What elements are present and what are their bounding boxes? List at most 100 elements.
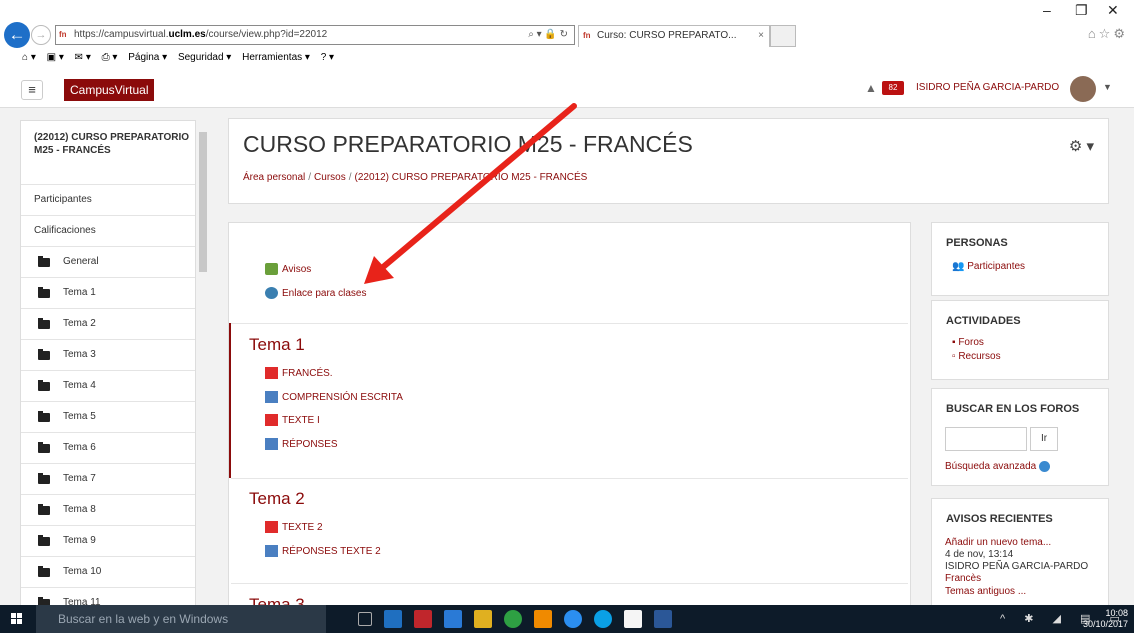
- drawer-course-link[interactable]: (22012) CURSO PREPARATORIO M25 - FRANCÉS: [21, 121, 195, 185]
- drawer-topic[interactable]: Tema 7: [21, 464, 195, 495]
- close-button[interactable]: ✕: [1107, 2, 1119, 19]
- older-topics-link[interactable]: Temas antiguos ...: [945, 586, 1026, 597]
- pdf-icon: [265, 414, 278, 426]
- folder-icon: [38, 442, 50, 453]
- folder-icon: [38, 349, 50, 360]
- minimize-button[interactable]: –: [1043, 2, 1051, 18]
- back-button[interactable]: ←: [4, 22, 30, 48]
- menu-seguridad[interactable]: Seguridad ▾: [178, 52, 231, 63]
- dropbox-icon[interactable]: [444, 610, 462, 628]
- drawer-topic[interactable]: Tema 3: [21, 340, 195, 371]
- section-title[interactable]: Tema 3: [249, 595, 305, 605]
- toolbar-icons[interactable]: ⌂☆⚙: [1088, 26, 1128, 42]
- menu-toggle-button[interactable]: ≡: [21, 80, 43, 100]
- gear-icon[interactable]: ⚙ ▾: [1069, 137, 1094, 155]
- resources-link[interactable]: ▫ Recursos: [952, 351, 1001, 362]
- home-icon[interactable]: ⌂ ▾: [22, 52, 36, 63]
- search-input[interactable]: [945, 427, 1027, 451]
- post-author: ISIDRO PEÑA GARCIA-PARDO: [945, 561, 1089, 572]
- drawer-topic[interactable]: Tema 1: [21, 278, 195, 309]
- drawer-item-participantes[interactable]: Participantes: [21, 185, 195, 216]
- block-title: ACTIVIDADES: [946, 315, 1021, 327]
- help-icon[interactable]: ? ▾: [321, 52, 334, 63]
- drawer-topic[interactable]: Tema 10: [21, 557, 195, 588]
- tab-favicon: fn: [583, 31, 591, 40]
- tab-close-icon[interactable]: ×: [758, 26, 764, 46]
- drawer-topic[interactable]: Tema 11: [21, 588, 195, 605]
- menu-herramientas[interactable]: Herramientas ▾: [242, 52, 310, 63]
- add-topic-link[interactable]: Añadir un nuevo tema...: [945, 537, 1051, 548]
- task-view-icon[interactable]: [358, 612, 372, 626]
- new-tab-button[interactable]: [770, 25, 796, 47]
- amazon-icon[interactable]: [624, 610, 642, 628]
- drawer-item-calificaciones[interactable]: Calificaciones: [21, 216, 195, 247]
- current-section-marker: [229, 323, 231, 478]
- participants-link[interactable]: 👥 Participantes: [952, 261, 1025, 272]
- url-icon: [265, 287, 278, 299]
- avatar[interactable]: [1070, 76, 1096, 102]
- acrobat-icon[interactable]: [414, 610, 432, 628]
- drawer-topic[interactable]: Tema 9: [21, 526, 195, 557]
- chevron-down-icon[interactable]: ▼: [1103, 82, 1112, 92]
- forums-link[interactable]: ▪ Foros: [952, 337, 984, 348]
- menu-pagina[interactable]: Página ▾: [128, 52, 167, 63]
- drawer-topic[interactable]: Tema 8: [21, 495, 195, 526]
- resource-item[interactable]: TEXTE I: [265, 414, 320, 428]
- drawer-topic[interactable]: Tema 5: [21, 402, 195, 433]
- brand-link[interactable]: CampusVirtual: [64, 79, 155, 101]
- address-bar[interactable]: fn https://campusvirtual.uclm.es/course/v…: [55, 25, 575, 45]
- taskbar-search-input[interactable]: Buscar en la web y en Windows: [36, 605, 326, 633]
- word-icon[interactable]: [654, 610, 672, 628]
- block-avisos: AVISOS RECIENTES Añadir un nuevo tema...…: [931, 498, 1109, 605]
- advanced-search-link[interactable]: Búsqueda avanzada: [945, 461, 1051, 472]
- resource-item[interactable]: RÉPONSES TEXTE 2: [265, 545, 381, 559]
- forward-button[interactable]: →: [31, 25, 51, 45]
- activity-avisos[interactable]: Avisos: [265, 263, 311, 277]
- browser-titlebar: – ❐ ✕ ← → fn https://campusvirtual.uclm.e…: [0, 0, 1134, 48]
- section-title[interactable]: Tema 1: [249, 335, 305, 355]
- address-tools-icon[interactable]: ⌕ ▾ 🔒 ↻: [528, 26, 568, 44]
- mail-icon[interactable]: ✉ ▾: [75, 52, 91, 63]
- restore-button[interactable]: ❐: [1075, 2, 1088, 19]
- windows-start-icon[interactable]: [11, 613, 23, 625]
- document-icon: [265, 391, 278, 403]
- breadcrumb-home[interactable]: Área personal: [243, 172, 305, 183]
- print-icon[interactable]: ⎙ ▾: [102, 52, 118, 63]
- chrome-icon[interactable]: [504, 610, 522, 628]
- section-title[interactable]: Tema 2: [249, 489, 305, 509]
- user-name[interactable]: ISIDRO PEÑA GARCIA-PARDO: [916, 82, 1059, 93]
- activity-enlace[interactable]: Enlace para clases: [265, 287, 367, 301]
- resource-item[interactable]: RÉPONSES: [265, 438, 338, 452]
- block-actividades: ACTIVIDADES ▪ Foros ▫ Recursos: [931, 300, 1109, 380]
- drawer-topic-label: Tema 5: [63, 411, 96, 422]
- folder-icon: [38, 535, 50, 546]
- drawer-topic-label: Tema 9: [63, 535, 96, 546]
- search-button[interactable]: Ir: [1030, 427, 1058, 451]
- skype-icon[interactable]: [594, 610, 612, 628]
- vlc-icon[interactable]: [534, 610, 552, 628]
- feeds-icon[interactable]: ▣ ▾: [47, 52, 64, 63]
- help-icon[interactable]: [1039, 461, 1051, 472]
- drawer-scroll-thumb[interactable]: [199, 132, 207, 272]
- resource-item[interactable]: TEXTE 2: [265, 521, 323, 535]
- folder-icon: [38, 256, 50, 267]
- breadcrumb-course[interactable]: (22012) CURSO PREPARATORIO M25 - FRANCÉS: [355, 172, 588, 183]
- drawer-topic[interactable]: General: [21, 247, 195, 278]
- resource-item[interactable]: FRANCÉS.: [265, 367, 333, 381]
- block-personas: PERSONAS 👥 Participantes: [931, 222, 1109, 296]
- internet-explorer-icon[interactable]: [564, 610, 582, 628]
- drawer-topic[interactable]: Tema 6: [21, 433, 195, 464]
- resource-item[interactable]: COMPRENSIÓN ESCRITA: [265, 391, 403, 405]
- file-explorer-icon[interactable]: [474, 610, 492, 628]
- browser-tab[interactable]: fn Curso: CURSO PREPARATO... ×: [578, 25, 770, 47]
- messages-badge[interactable]: 82: [882, 81, 904, 95]
- post-link[interactable]: Francès: [945, 573, 981, 584]
- outlook-icon[interactable]: [384, 610, 402, 628]
- drawer-topic[interactable]: Tema 4: [21, 371, 195, 402]
- resource-label: TEXTE I: [282, 415, 320, 426]
- drawer-topic[interactable]: Tema 2: [21, 309, 195, 340]
- breadcrumb-cursos[interactable]: Cursos: [314, 172, 346, 183]
- taskbar-clock[interactable]: 10:08 30/10/2017: [1083, 608, 1128, 630]
- link-label: Participantes: [967, 261, 1026, 272]
- notifications-bell-icon[interactable]: ▲: [865, 81, 877, 95]
